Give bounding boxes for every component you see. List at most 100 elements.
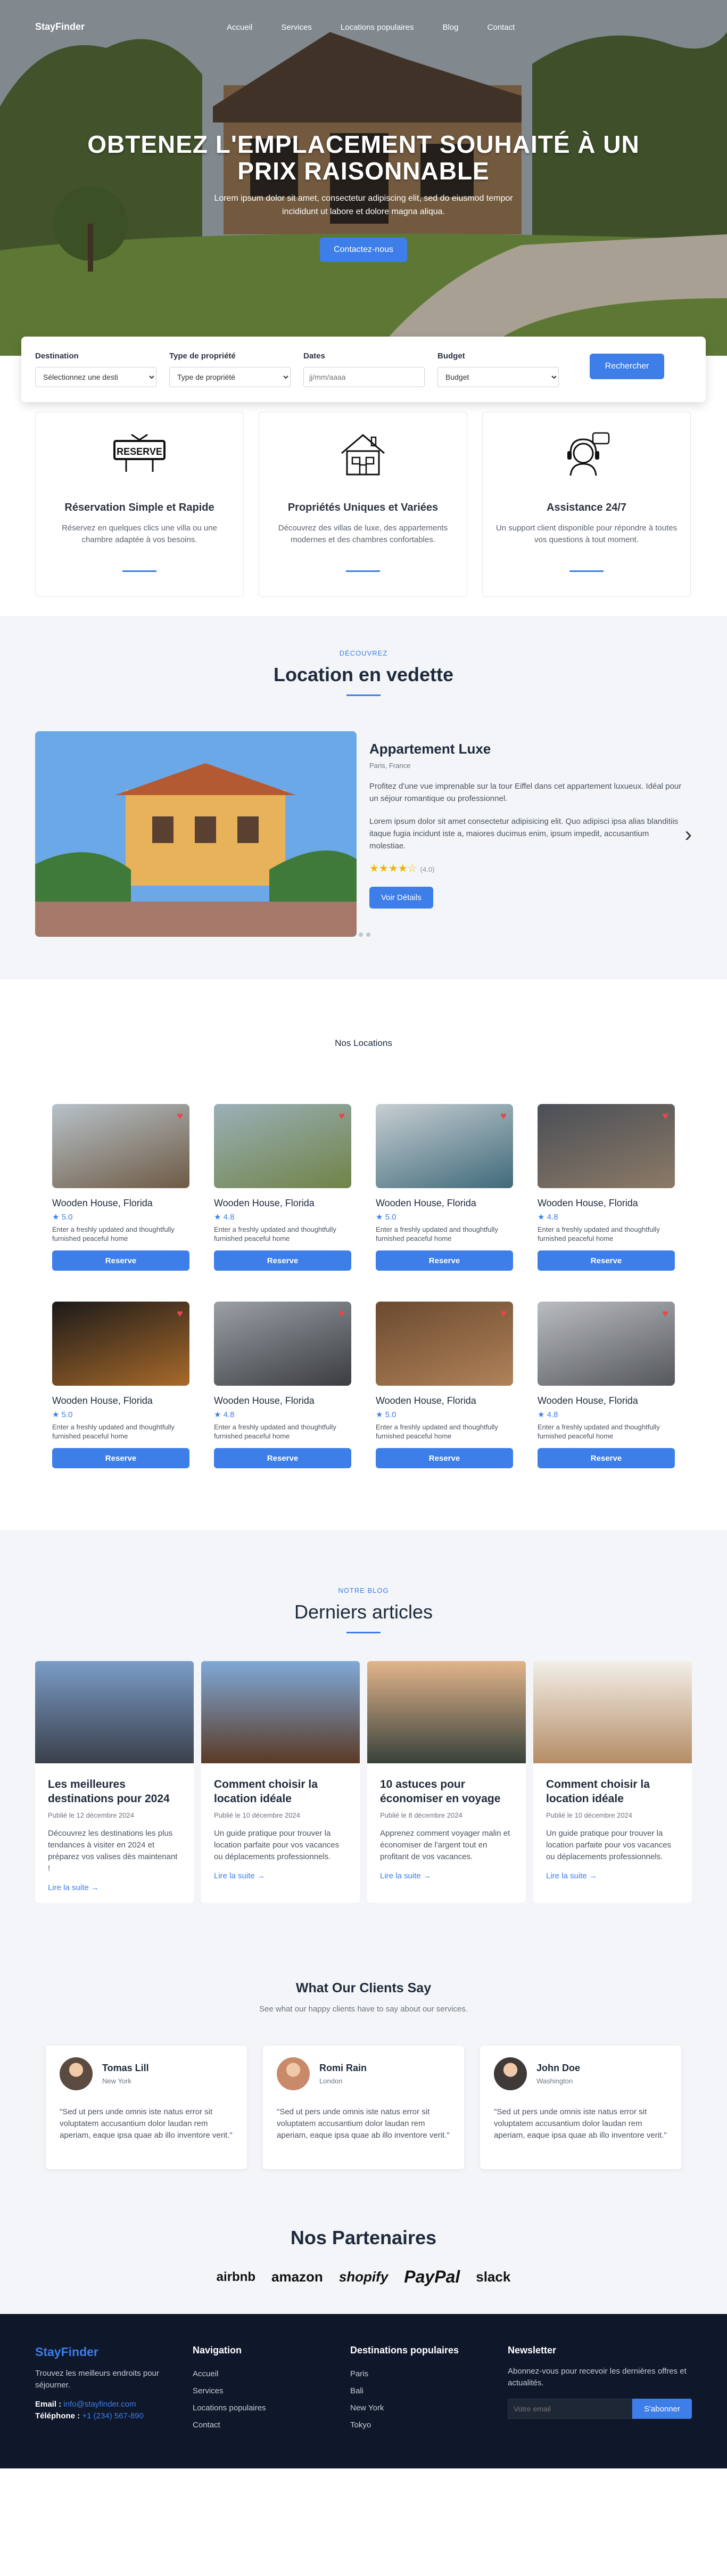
subscribe-button[interactable]: S'abonner — [632, 2399, 692, 2419]
newsletter-email-input[interactable] — [508, 2399, 632, 2419]
footer-email-link[interactable]: info@stayfinder.com — [63, 2400, 136, 2409]
featured-description: Profitez d'une vue imprenable sur la tou… — [369, 782, 682, 803]
footer-nav-accueil[interactable]: Accueil — [193, 2366, 350, 2383]
star-icon: ★ — [52, 1410, 62, 1419]
blog-post-title[interactable]: Comment choisir la location idéale — [546, 1777, 679, 1806]
slack-logo: slack — [476, 2269, 511, 2285]
heart-icon[interactable]: ♥ — [500, 1110, 507, 1123]
blog-grid: Les meilleures destinations pour 2024 Pub… — [0, 1661, 727, 1903]
blog-post-title[interactable]: 10 astuces pour économiser en voyage — [380, 1777, 513, 1806]
location-description: Enter a freshly updated and thoughtfully… — [376, 1225, 498, 1242]
blog-post-title[interactable]: Les meilleures destinations pour 2024 — [48, 1777, 181, 1806]
feature-card-properties: Propriétés Uniques et Variées Découvrez … — [259, 412, 467, 597]
star-icon: ★ — [538, 1410, 547, 1419]
blog-post-title[interactable]: Comment choisir la location idéale — [214, 1777, 347, 1806]
feature-card-assistance: Assistance 24/7 Un support client dispon… — [482, 412, 691, 597]
blog-photo — [35, 1661, 194, 1763]
reserve-button[interactable]: Reserve — [214, 1250, 351, 1271]
star-rating: ★★★★☆ (4.0) — [369, 862, 683, 875]
footer-contact: Email : info@stayfinder.com Téléphone : +… — [35, 2399, 193, 2422]
testimonials-subtitle: See what our happy clients have to say a… — [259, 2005, 468, 2014]
footer-dest-new-york[interactable]: New York — [350, 2400, 508, 2417]
partners-title: Nos Partenaires — [290, 2227, 437, 2248]
property-type-select[interactable]: Type de propriété — [169, 367, 291, 387]
heart-icon[interactable]: ♥ — [662, 1110, 668, 1123]
location-photo: ♥ — [376, 1302, 513, 1386]
blog-card: Comment choisir la location idéale Publié… — [201, 1661, 360, 1903]
blog-post-excerpt: Découvrez les destinations les plus tend… — [48, 1829, 178, 1873]
hero-title: OBTENEZ L'EMPLACEMENT SOUHAITÉ À UN PRIX… — [87, 130, 640, 185]
footer-dest-bali[interactable]: Bali — [350, 2383, 508, 2400]
heart-icon[interactable]: ♥ — [338, 1110, 345, 1123]
search-button[interactable]: Rechercher — [590, 353, 664, 379]
main-menu: Accueil Services Locations populaires Bl… — [227, 23, 515, 32]
read-more-link[interactable]: Lire la suite → — [546, 1871, 679, 1880]
heart-icon[interactable]: ♥ — [338, 1308, 345, 1320]
heart-icon[interactable]: ♥ — [500, 1308, 507, 1320]
read-more-link[interactable]: Lire la suite → — [214, 1871, 347, 1880]
next-arrow-icon[interactable]: › — [685, 824, 692, 845]
footer-dest-tokyo[interactable]: Tokyo — [350, 2417, 508, 2434]
locations-section: Nos Locations ♥ Wooden House, Florida ★ 5.… — [0, 979, 727, 1530]
blog-post-date: Publié le 10 décembre 2024 — [214, 1811, 300, 1819]
nav-contact[interactable]: Contact — [488, 23, 515, 32]
blog-photo — [201, 1661, 360, 1763]
footer-brand-col: StayFinder Trouvez les meilleurs endroit… — [35, 2345, 193, 2434]
feature-title: Propriétés Uniques et Variées — [287, 502, 439, 513]
location-card: ♥ Wooden House, Florida ★ 4.8 Enter a fresh… — [214, 1302, 351, 1468]
destination-select[interactable]: Sélectionnez une desti — [35, 367, 156, 387]
heart-icon[interactable]: ♥ — [662, 1308, 668, 1320]
reserve-button[interactable]: Reserve — [538, 1448, 675, 1468]
view-details-button[interactable]: Voir Détails — [369, 887, 433, 909]
featured-underline — [346, 694, 381, 696]
blog-card-body: Comment choisir la location idéale Publié… — [533, 1763, 692, 1894]
contact-button[interactable]: Contactez-nous — [319, 238, 408, 262]
budget-select[interactable]: Budget — [437, 367, 559, 387]
heart-icon[interactable]: ♥ — [177, 1110, 183, 1123]
footer-dest-paris[interactable]: Paris — [350, 2366, 508, 2383]
reserve-button[interactable]: Reserve — [376, 1448, 513, 1468]
author-info: Romi Rain London — [319, 2063, 367, 2085]
reserve-button[interactable]: Reserve — [214, 1448, 351, 1468]
top-nav: StayFinder Accueil Services Locations po… — [0, 21, 727, 34]
nav-locations-populaires[interactable]: Locations populaires — [341, 23, 414, 32]
avatar — [277, 2057, 310, 2090]
slider-dots — [359, 933, 370, 937]
dates-field-group: Dates — [303, 351, 436, 387]
blog-card-body: Comment choisir la location idéale Publié… — [201, 1763, 360, 1894]
budget-field-group: Budget Budget — [437, 351, 571, 387]
footer-phone-link[interactable]: +1 (234) 567-890 — [82, 2411, 144, 2420]
read-more-link[interactable]: Lire la suite → — [48, 1883, 181, 1892]
footer-brand[interactable]: StayFinder — [35, 2345, 193, 2359]
location-photo: ♥ — [214, 1302, 351, 1386]
nav-accueil[interactable]: Accueil — [227, 23, 252, 32]
blog-card: Comment choisir la location idéale Publié… — [533, 1661, 692, 1903]
location-photo: ♥ — [538, 1302, 675, 1386]
footer-nav-services[interactable]: Services — [193, 2383, 350, 2400]
reserve-button[interactable]: Reserve — [538, 1250, 675, 1271]
paypal-logo: PayPal — [404, 2267, 460, 2286]
footer-destinations-col: Destinations populaires Paris Bali New Yor… — [350, 2345, 508, 2434]
dates-input[interactable] — [303, 367, 425, 387]
reserve-button[interactable]: Reserve — [52, 1250, 189, 1271]
nav-services[interactable]: Services — [281, 23, 312, 32]
blog-card-body: Les meilleures destinations pour 2024 Pub… — [35, 1763, 194, 1903]
location-photo: ♥ — [214, 1104, 351, 1188]
slider-dot[interactable] — [359, 933, 363, 937]
reserve-button[interactable]: Reserve — [376, 1250, 513, 1271]
nav-blog[interactable]: Blog — [442, 23, 458, 32]
author-city: Washington — [536, 2077, 573, 2085]
location-rating: ★ 4.8 — [538, 1212, 675, 1222]
partner-logos: airbnb amazon shopify PayPal slack — [0, 2267, 727, 2287]
read-more-link[interactable]: Lire la suite → — [380, 1871, 513, 1880]
slider-dot[interactable] — [366, 933, 370, 937]
brand-logo[interactable]: StayFinder — [35, 21, 85, 32]
heart-icon[interactable]: ♥ — [177, 1308, 183, 1320]
featured-slider: Appartement Luxe Paris, France Profitez … — [35, 731, 692, 939]
footer-nav-contact[interactable]: Contact — [193, 2417, 350, 2434]
location-description: Enter a freshly updated and thoughtfully… — [52, 1423, 175, 1440]
footer-nav-locations[interactable]: Locations populaires — [193, 2400, 350, 2417]
featured-location: Paris, France — [369, 762, 411, 770]
reserve-button[interactable]: Reserve — [52, 1448, 189, 1468]
budget-label: Budget — [437, 351, 465, 361]
